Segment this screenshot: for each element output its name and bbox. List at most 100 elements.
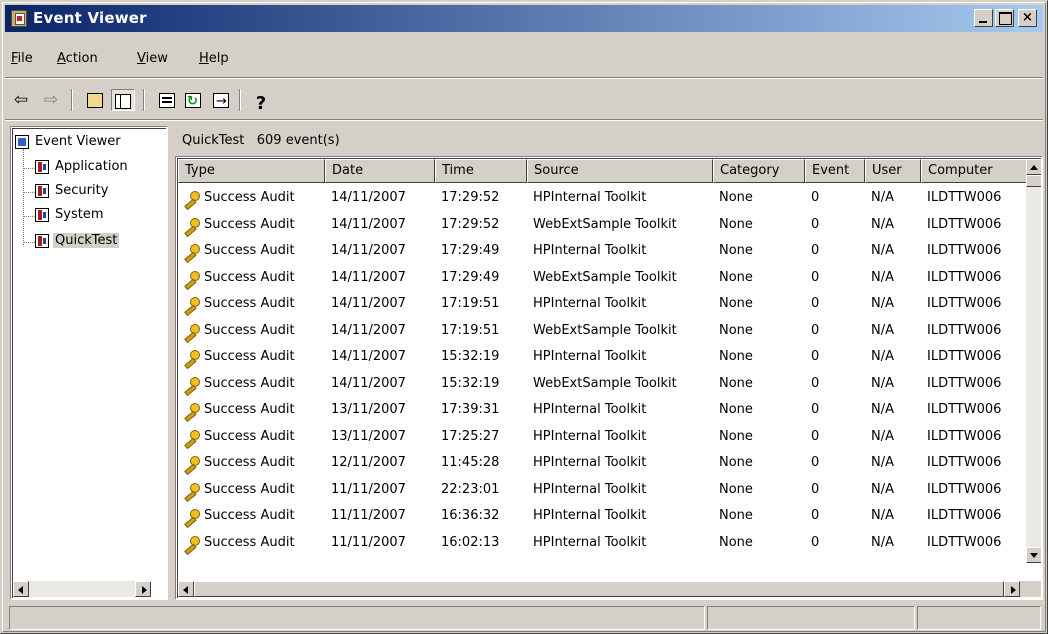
menu-action[interactable]: Action bbox=[57, 51, 98, 66]
tree-item-event-viewer[interactable]: Event Viewer bbox=[15, 132, 121, 152]
cell-type: Success Audit bbox=[204, 269, 295, 285]
table-row[interactable]: Success Audit 14/11/2007 15:32:19 HPInterna… bbox=[178, 344, 1028, 370]
cell-event: 0 bbox=[811, 296, 820, 311]
menu-view[interactable]: View bbox=[137, 51, 168, 66]
list-scroll-right-button[interactable] bbox=[1004, 581, 1020, 597]
list-header-bar: QuickTest 609 event(s) bbox=[175, 128, 1043, 154]
list-scroll-left-button[interactable] bbox=[178, 581, 194, 597]
cell-category: None bbox=[719, 534, 753, 550]
cell-user: N/A bbox=[871, 190, 894, 205]
cell-source: HPInternal Toolkit bbox=[533, 455, 647, 470]
cell-category: None bbox=[719, 508, 753, 523]
forward-icon[interactable]: ⇨ bbox=[39, 89, 63, 111]
table-row[interactable]: Success Audit 11/11/2007 22:23:01 HPInterna… bbox=[178, 477, 1028, 503]
list-scroll-up-button[interactable] bbox=[1026, 159, 1041, 175]
cell-user: N/A bbox=[871, 508, 894, 523]
close-button[interactable]: × bbox=[1018, 9, 1037, 27]
cell-source: HPInternal Toolkit bbox=[533, 508, 647, 523]
maximize-button[interactable] bbox=[995, 9, 1014, 27]
tree-view[interactable]: Event Viewer Application Security System… bbox=[12, 128, 166, 598]
cell-type: Success Audit bbox=[204, 190, 295, 205]
tree-item-system[interactable]: System bbox=[35, 205, 103, 225]
table-row[interactable]: Success Audit 14/11/2007 17:29:52 HPInterna… bbox=[178, 185, 1028, 211]
cell-time: 17:19:51 bbox=[441, 296, 500, 311]
tree-item-label-selected: QuickTest bbox=[53, 233, 120, 248]
cell-source: HPInternal Toolkit bbox=[533, 190, 647, 205]
event-list[interactable]: Type Date Time Source Category Event Use… bbox=[177, 158, 1041, 598]
window-title: Event Viewer bbox=[33, 9, 147, 27]
event-viewer-icon[interactable] bbox=[11, 10, 27, 27]
cell-event: 0 bbox=[811, 508, 820, 523]
success-audit-key-icon bbox=[182, 429, 200, 447]
tree-connector bbox=[23, 242, 35, 243]
up-folder-icon[interactable] bbox=[83, 89, 107, 111]
cell-computer: ILDTTW006 bbox=[927, 190, 1002, 205]
cell-category: None bbox=[719, 455, 753, 470]
properties-icon[interactable] bbox=[155, 89, 179, 111]
table-row[interactable]: Success Audit 14/11/2007 17:29:52 WebExtSam… bbox=[178, 212, 1028, 238]
table-row[interactable]: Success Audit 11/11/2007 16:36:32 HPInterna… bbox=[178, 503, 1028, 529]
menu-help[interactable]: Help bbox=[199, 51, 229, 66]
tree-scroll-track[interactable] bbox=[29, 581, 135, 597]
cell-event: 0 bbox=[811, 402, 820, 417]
cell-type: Success Audit bbox=[204, 402, 295, 417]
tree-pane[interactable]: Event Viewer Application Security System… bbox=[10, 126, 168, 600]
cell-type: Success Audit bbox=[204, 349, 295, 364]
table-row[interactable]: Success Audit 13/11/2007 17:39:31 HPInterna… bbox=[178, 397, 1028, 423]
tree-item-quicktest[interactable]: QuickTest bbox=[35, 231, 120, 251]
column-header-time[interactable]: Time bbox=[435, 159, 527, 183]
table-row[interactable]: Success Audit 12/11/2007 11:45:28 HPInterna… bbox=[178, 450, 1028, 476]
column-header-source[interactable]: Source bbox=[527, 159, 713, 183]
export-list-icon[interactable] bbox=[209, 89, 233, 113]
tree-item-application[interactable]: Application bbox=[35, 157, 128, 177]
column-header-type[interactable]: Type bbox=[178, 159, 325, 183]
cell-source: WebExtSample Toolkit bbox=[533, 322, 677, 338]
table-row[interactable]: Success Audit 11/11/2007 16:02:13 HPInterna… bbox=[178, 530, 1028, 556]
table-row[interactable]: Success Audit 13/11/2007 17:25:27 HPInterna… bbox=[178, 424, 1028, 450]
back-icon[interactable]: ⇦ bbox=[9, 89, 33, 111]
event-list-pane[interactable]: Type Date Time Source Category Event Use… bbox=[175, 156, 1043, 600]
tree-item-security[interactable]: Security bbox=[35, 181, 108, 201]
list-scroll-track[interactable] bbox=[1026, 187, 1041, 547]
refresh-icon[interactable] bbox=[181, 89, 205, 113]
menu-file[interactable]: File bbox=[11, 51, 33, 66]
title-bar[interactable]: Event Viewer × bbox=[5, 5, 1043, 32]
list-scroll-down-button[interactable] bbox=[1026, 547, 1041, 563]
cell-category: None bbox=[719, 322, 753, 338]
list-hscroll-thumb[interactable] bbox=[194, 581, 1004, 597]
table-row[interactable]: Success Audit 14/11/2007 17:19:51 HPInterna… bbox=[178, 291, 1028, 317]
success-audit-key-icon bbox=[182, 482, 200, 500]
cell-category: None bbox=[719, 375, 753, 391]
column-header-user[interactable]: User bbox=[865, 159, 921, 183]
list-scroll-thumb[interactable] bbox=[1026, 175, 1041, 187]
success-audit-key-icon bbox=[182, 243, 200, 261]
table-row[interactable]: Success Audit 14/11/2007 17:29:49 HPInterna… bbox=[178, 238, 1028, 264]
cell-time: 17:29:49 bbox=[441, 243, 500, 258]
tree-scroll-left-button[interactable] bbox=[13, 581, 29, 597]
table-row[interactable]: Success Audit 14/11/2007 17:19:51 WebExtSam… bbox=[178, 318, 1028, 344]
status-panel-3 bbox=[917, 606, 1041, 630]
cell-type: Success Audit bbox=[204, 322, 295, 338]
cell-user: N/A bbox=[871, 296, 894, 311]
cell-date: 14/11/2007 bbox=[331, 296, 406, 311]
minimize-button[interactable] bbox=[974, 9, 993, 27]
column-header-category[interactable]: Category bbox=[713, 159, 805, 183]
event-count: 609 event(s) bbox=[256, 133, 340, 148]
tree-scroll-right-button[interactable] bbox=[135, 581, 151, 597]
column-header-computer[interactable]: Computer bbox=[921, 159, 1027, 183]
cell-user: N/A bbox=[871, 455, 894, 470]
table-row[interactable]: Success Audit 14/11/2007 17:29:49 WebExtSam… bbox=[178, 265, 1028, 291]
success-audit-key-icon bbox=[182, 455, 200, 473]
show-hide-tree-icon[interactable] bbox=[111, 89, 135, 111]
help-icon[interactable]: ? bbox=[249, 89, 273, 114]
column-header-date[interactable]: Date bbox=[325, 159, 435, 183]
cell-source: WebExtSample Toolkit bbox=[533, 375, 677, 391]
column-header-event[interactable]: Event bbox=[805, 159, 865, 183]
cell-user: N/A bbox=[871, 375, 894, 391]
cell-date: 12/11/2007 bbox=[331, 455, 406, 470]
table-row[interactable]: Success Audit 14/11/2007 15:32:19 WebExtSam… bbox=[178, 371, 1028, 397]
cell-date: 13/11/2007 bbox=[331, 428, 406, 444]
toolbar-separator bbox=[239, 89, 241, 111]
cell-time: 16:36:32 bbox=[441, 508, 500, 523]
scroll-corner bbox=[1020, 581, 1041, 597]
